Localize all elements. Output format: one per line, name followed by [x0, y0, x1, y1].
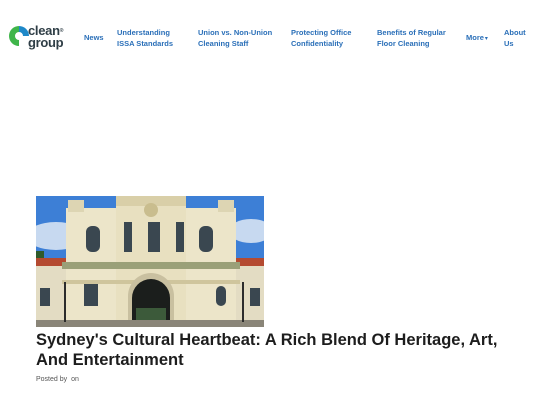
nav-floor-cleaning-label: Benefits of Regular Floor Cleaning	[377, 28, 446, 48]
nav-office-confidentiality-label: Protecting Office Confidentiality	[291, 28, 352, 48]
nav-about-us[interactable]: About Us	[504, 27, 532, 49]
clean-group-logo[interactable]: clean® group	[8, 24, 72, 52]
nav-union-vs-non-union[interactable]: Union vs. Non-Union Cleaning Staff	[198, 27, 278, 49]
sydney-town-hall-photo	[36, 196, 264, 327]
logo-wordmark: clean® group	[28, 24, 64, 50]
post-meta: Posted by on	[36, 376, 81, 383]
nav-more-label: More	[466, 33, 484, 42]
nav-issa-standards[interactable]: Understanding ISSA Standards	[117, 27, 189, 49]
logo-trademark: ®	[59, 28, 64, 34]
nav-union-vs-non-union-label: Union vs. Non-Union Cleaning Staff	[198, 28, 273, 48]
logo-line-2: group	[28, 35, 64, 50]
nav-news-label: News	[84, 33, 104, 42]
post-title[interactable]: Sydney's Cultural Heartbeat: A Rich Blen…	[36, 330, 506, 370]
nav-issa-standards-label: Understanding ISSA Standards	[117, 28, 173, 48]
post-featured-image[interactable]	[36, 196, 264, 327]
nav-office-confidentiality[interactable]: Protecting Office Confidentiality	[291, 27, 363, 49]
logo-mark-icon	[9, 26, 29, 46]
nav-more-dropdown[interactable]: More▾	[466, 32, 488, 45]
posted-on-label: on	[71, 376, 79, 383]
posted-by-label: Posted by	[36, 376, 68, 383]
nav-floor-cleaning[interactable]: Benefits of Regular Floor Cleaning	[377, 27, 453, 49]
site-header: clean® group News Understanding ISSA Sta…	[0, 0, 540, 70]
chevron-down-icon: ▾	[484, 36, 488, 42]
nav-news[interactable]: News	[84, 32, 104, 43]
nav-about-us-label: About Us	[504, 28, 526, 48]
